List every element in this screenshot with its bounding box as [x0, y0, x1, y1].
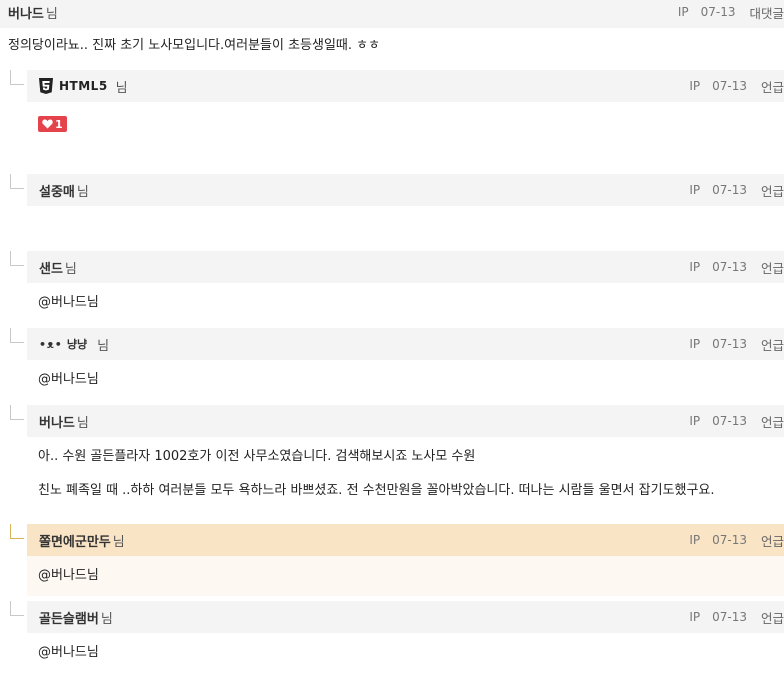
comment-header: 버나드 님 IP 07-13 언급	[27, 405, 784, 437]
comment-meta: IP 07-13 언급	[689, 601, 784, 633]
reply-connector	[10, 174, 24, 189]
mention-button[interactable]: 언급	[761, 531, 784, 550]
comment-body: 아.. 수원 골든플라자 1002호가 이전 사무소였습니다. 검색해보시죠 노…	[38, 447, 715, 501]
mention-button[interactable]: 언급	[761, 77, 784, 96]
ip-label: IP	[689, 610, 701, 624]
comment-body: 1	[38, 114, 67, 133]
comment-author[interactable]: 버나드 님	[39, 412, 89, 431]
comment-meta: IP 07-13 언급	[689, 328, 784, 360]
mention-button[interactable]: 언급	[761, 181, 784, 200]
comment-body: 정의당이라뇨.. 진짜 초기 노사모입니다.여러분들이 초등생일때. ㅎㅎ	[8, 36, 380, 56]
comment-header: •ᴥ• 냥냥 님 IP 07-13 언급	[27, 328, 784, 360]
comment-author[interactable]: 설중매 님	[39, 181, 89, 200]
ip-label: IP	[689, 183, 701, 197]
mention-button[interactable]: 언급	[761, 608, 784, 627]
comment-meta: IP 07-13 언급	[689, 70, 784, 102]
comment-text: @버나드님	[38, 645, 99, 660]
reply-connector	[10, 601, 24, 616]
comment-author[interactable]: 샌드 님	[39, 258, 77, 277]
comment-body: @버나드님	[38, 643, 99, 663]
reply-button[interactable]: 대댓글	[749, 3, 784, 22]
comment-header: HTML5 님 IP 07-13 언급	[27, 70, 784, 102]
comment-header: 설중매 님 IP 07-13 언급	[27, 174, 784, 206]
comment-meta: IP 07-13 대댓글	[678, 0, 784, 28]
reply-connector	[10, 328, 24, 343]
comment-header: 골든슬램버 님 IP 07-13 언급	[27, 601, 784, 633]
comment-date: 07-13	[712, 610, 747, 624]
comment-date: 07-13	[700, 5, 736, 19]
comment-header: 쫄면에군만두 님 IP 07-13 언급	[27, 524, 784, 556]
mention-button[interactable]: 언급	[761, 335, 784, 354]
comment-author[interactable]: 쫄면에군만두 님	[39, 531, 125, 550]
reply-connector	[10, 405, 24, 420]
comment-author[interactable]: 버나드 님	[8, 3, 58, 22]
comment-date: 07-13	[712, 79, 747, 93]
comment-meta: IP 07-13 언급	[689, 405, 784, 437]
reply-connector	[10, 524, 24, 539]
like-badge[interactable]: 1	[38, 116, 67, 132]
ip-label: IP	[689, 260, 701, 274]
author-emoticon: •ᴥ•	[39, 337, 63, 351]
reply-connector	[10, 251, 24, 266]
comment-header: 샌드 님 IP 07-13 언급	[27, 251, 784, 283]
comment-text: 아.. 수원 골든플라자 1002호가 이전 사무소였습니다. 검색해보시죠 노…	[38, 449, 476, 464]
comment-meta: IP 07-13 언급	[689, 524, 784, 556]
comment-body: @버나드님	[38, 293, 99, 313]
comment-date: 07-13	[712, 183, 747, 197]
ip-label: IP	[677, 5, 689, 19]
comment-date: 07-13	[712, 414, 747, 428]
comment-text: 친노 폐족일 때 ..하하 여러분들 모두 욕하느라 바쁘셨죠. 전 수천만원을…	[38, 483, 715, 498]
ip-label: IP	[689, 79, 701, 93]
ip-label: IP	[689, 533, 701, 547]
comment-date: 07-13	[712, 533, 747, 547]
comment-author[interactable]: •ᴥ• 냥냥 님	[39, 335, 109, 354]
comment-text: @버나드님	[38, 568, 99, 583]
ip-label: IP	[689, 337, 701, 351]
like-count: 1	[55, 117, 63, 131]
comment-text: @버나드님	[38, 372, 99, 387]
comment-meta: IP 07-13 언급	[689, 174, 784, 206]
reply-connector	[10, 70, 24, 85]
comment-body: @버나드님	[27, 556, 784, 596]
comment-meta: IP 07-13 언급	[689, 251, 784, 283]
mention-button[interactable]: 언급	[761, 412, 784, 431]
comment-author[interactable]: HTML5 님	[39, 77, 128, 96]
ip-label: IP	[689, 414, 701, 428]
comment-author[interactable]: 골든슬램버 님	[39, 608, 113, 627]
comment-header: 버나드 님 IP 07-13 대댓글	[0, 0, 784, 28]
comment-text: 정의당이라뇨.. 진짜 초기 노사모입니다.여러분들이 초등생일때. ㅎㅎ	[8, 38, 381, 53]
comment-body: @버나드님	[38, 370, 99, 390]
mention-button[interactable]: 언급	[761, 258, 784, 277]
html5-logo-icon	[39, 78, 53, 94]
comment-date: 07-13	[712, 260, 747, 274]
comment-date: 07-13	[712, 337, 747, 351]
comment-text: @버나드님	[38, 295, 99, 310]
heart-icon	[42, 119, 53, 129]
